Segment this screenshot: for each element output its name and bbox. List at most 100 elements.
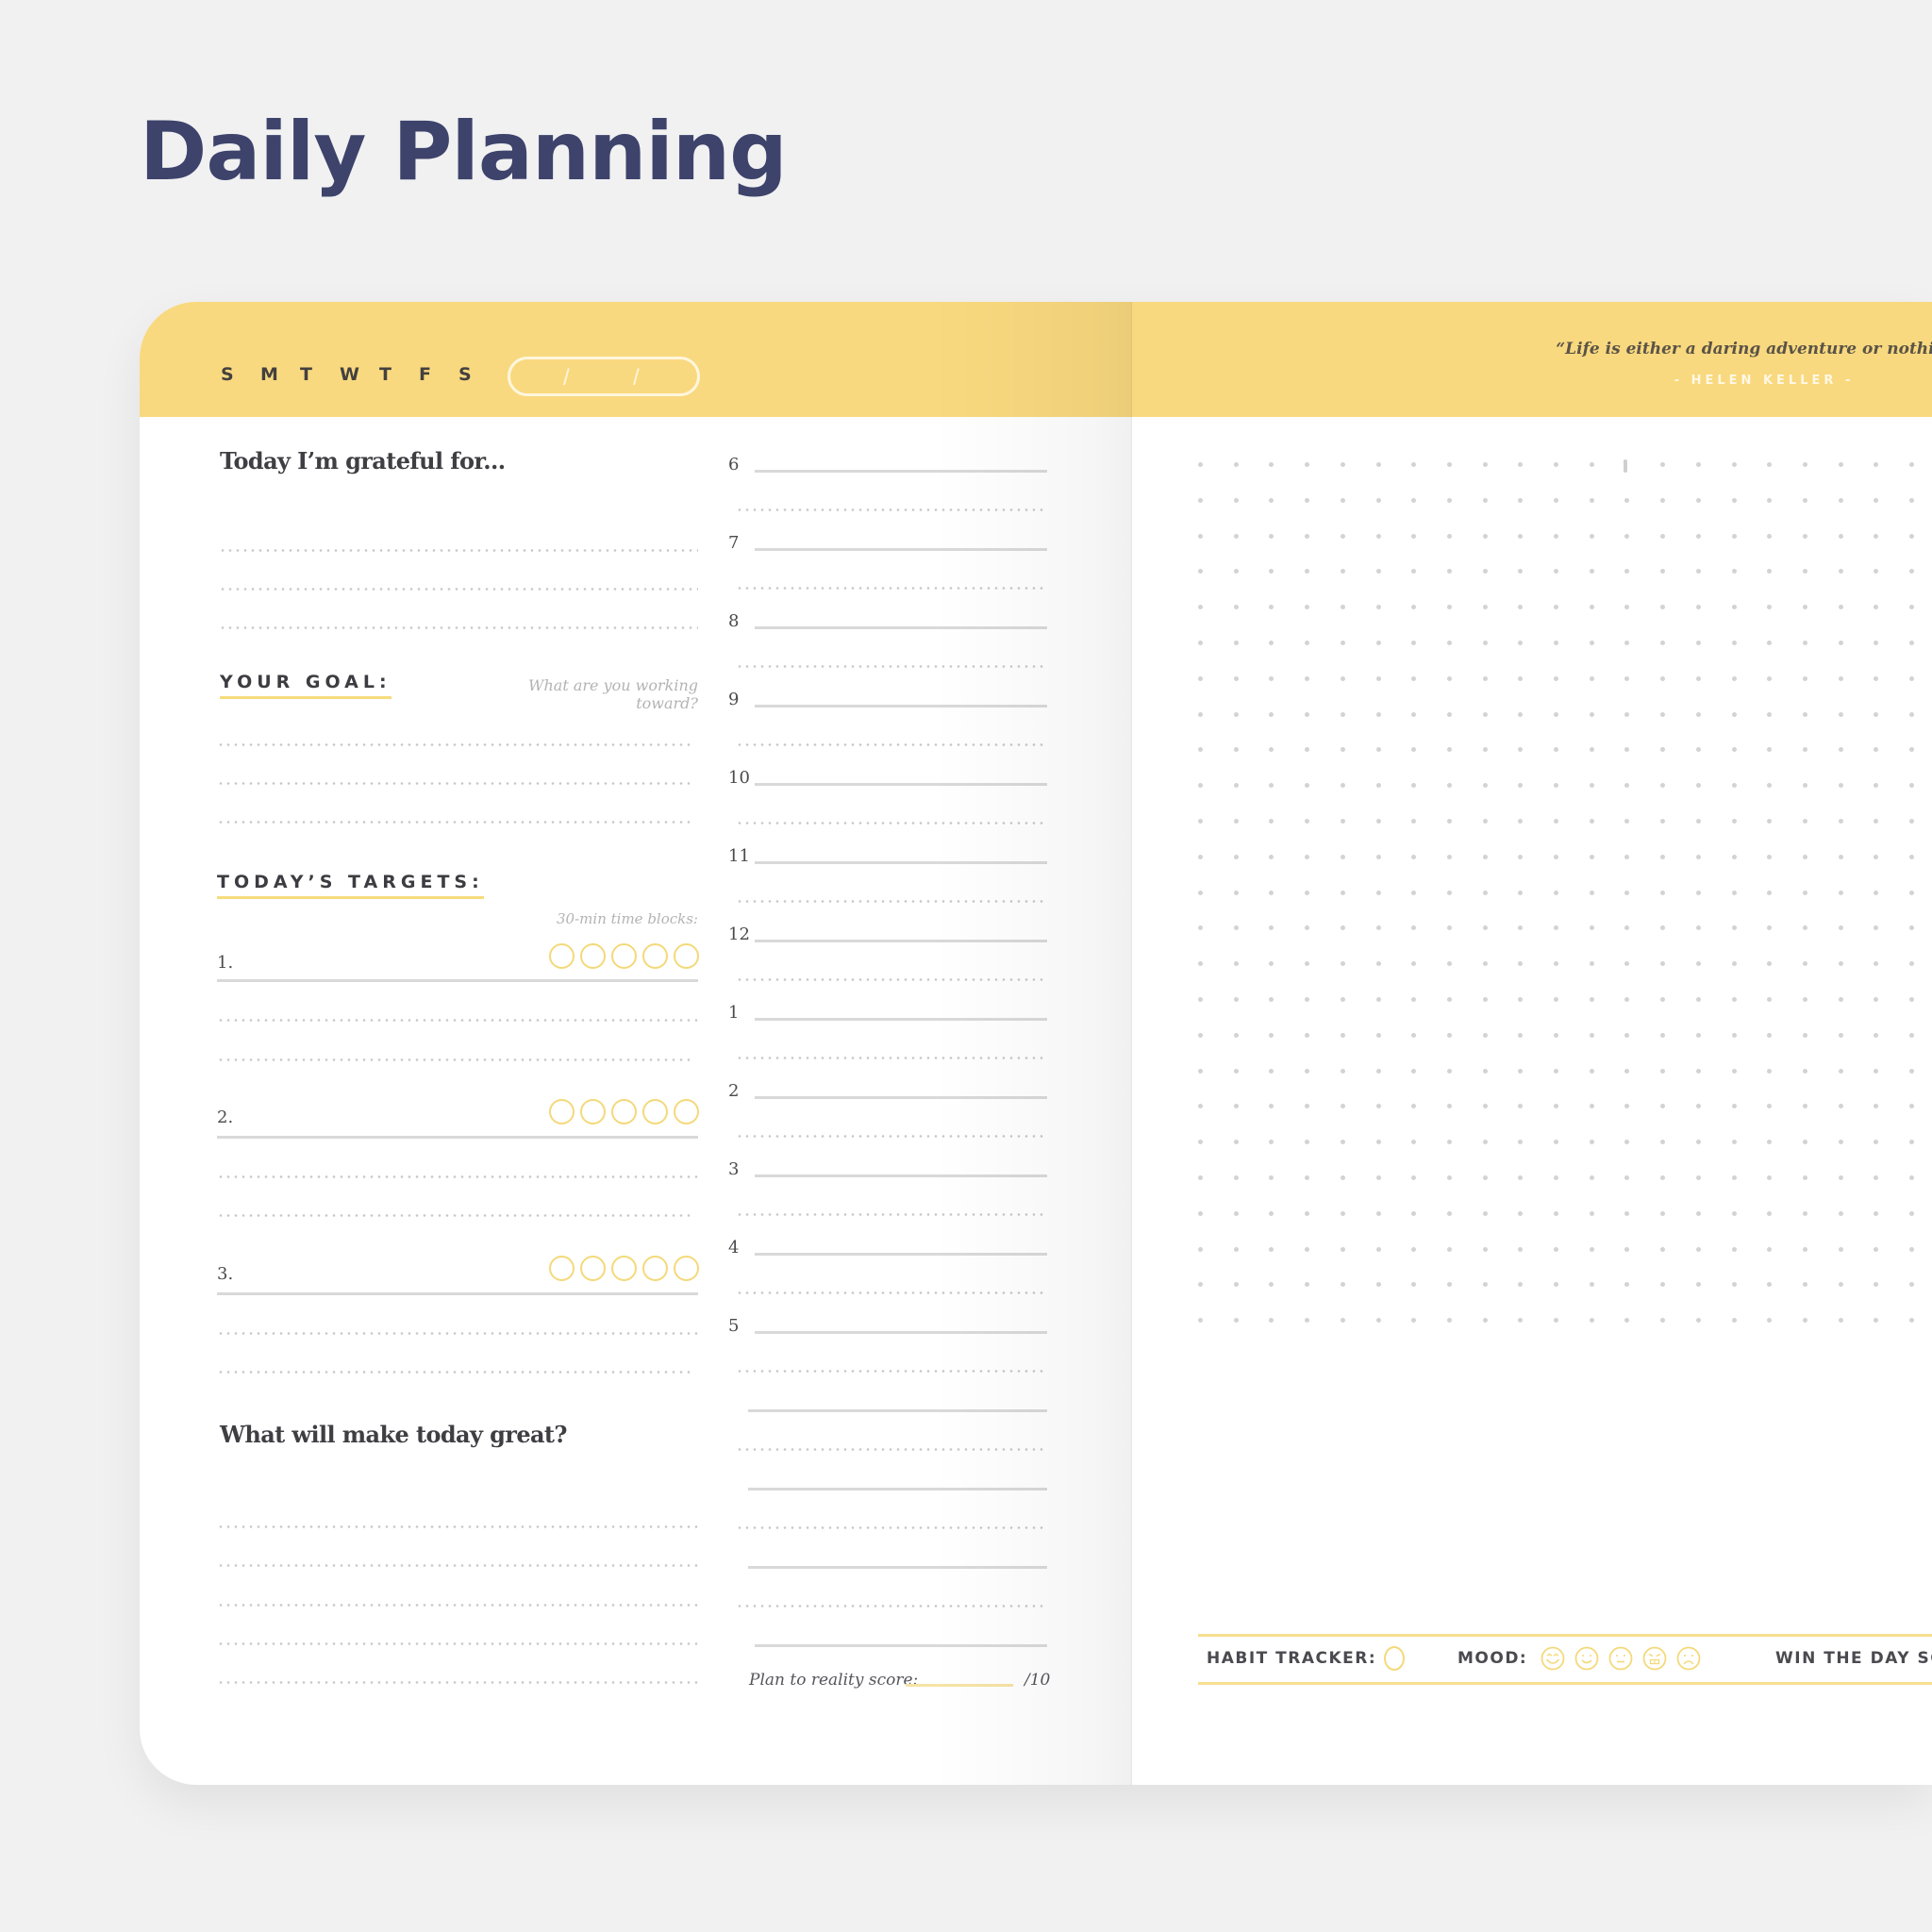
half-hour-line[interactable] — [736, 587, 1047, 590]
hour-line[interactable] — [755, 1331, 1047, 1334]
target-1-line[interactable] — [217, 979, 698, 982]
grid-dot — [1198, 533, 1203, 539]
hour-line[interactable] — [748, 1409, 1047, 1412]
great-line-2[interactable] — [217, 1564, 698, 1567]
goal-line-1[interactable] — [217, 743, 692, 746]
goal-line-2[interactable] — [217, 782, 692, 785]
half-hour-line[interactable] — [736, 1057, 1047, 1059]
time-block-checkbox[interactable] — [549, 943, 575, 969]
half-hour-line[interactable] — [736, 1526, 1047, 1529]
target-3-note-line[interactable] — [217, 1371, 692, 1374]
time-block-checkbox[interactable] — [611, 943, 637, 969]
grid-dot — [1340, 1175, 1345, 1180]
half-hour-line[interactable] — [736, 1291, 1047, 1294]
very-happy-face-icon[interactable] — [1541, 1646, 1565, 1671]
time-block-checkbox[interactable] — [642, 1256, 668, 1281]
grid-dot — [1446, 1175, 1452, 1180]
grid-dot — [1446, 961, 1452, 967]
target-3-line[interactable] — [217, 1292, 698, 1295]
hour-line[interactable] — [755, 783, 1047, 786]
time-block-checkbox[interactable] — [642, 1099, 668, 1124]
grid-dot — [1874, 890, 1879, 895]
habit-checkbox[interactable] — [1384, 1646, 1405, 1671]
time-block-checkbox[interactable] — [580, 1256, 606, 1281]
grid-dot — [1340, 1104, 1345, 1109]
weekday-sunday[interactable]: S — [221, 364, 260, 385]
grateful-line-1[interactable] — [219, 549, 698, 552]
weekday-tuesday[interactable]: T — [300, 364, 340, 385]
hour-line[interactable] — [755, 548, 1047, 551]
time-block-checkbox[interactable] — [674, 1099, 699, 1124]
grid-dot — [1482, 961, 1488, 967]
hour-line[interactable] — [755, 861, 1047, 864]
half-hour-line[interactable] — [736, 665, 1047, 668]
grid-dot — [1660, 675, 1666, 681]
target-1-note-line[interactable] — [217, 1019, 698, 1022]
half-hour-line[interactable] — [736, 508, 1047, 511]
half-hour-line[interactable] — [736, 1213, 1047, 1216]
weekday-saturday[interactable]: S — [458, 364, 498, 385]
weekday-monday[interactable]: M — [260, 364, 300, 385]
time-block-checkbox[interactable] — [580, 1099, 606, 1124]
hour-line[interactable] — [755, 1644, 1047, 1647]
half-hour-line[interactable] — [736, 822, 1047, 824]
target-3-note-line[interactable] — [217, 1332, 698, 1335]
target-1-note-line[interactable] — [217, 1058, 692, 1061]
hour-line[interactable] — [755, 1096, 1047, 1099]
hour-line[interactable] — [755, 940, 1047, 942]
weekday-thursday[interactable]: T — [379, 364, 419, 385]
half-hour-line[interactable] — [736, 1135, 1047, 1138]
hour-line[interactable] — [755, 705, 1047, 708]
grid-dot — [1874, 819, 1879, 824]
great-line-4[interactable] — [217, 1642, 698, 1645]
grid-dot — [1269, 711, 1274, 717]
hour-line[interactable] — [755, 1253, 1047, 1256]
grid-dot — [1767, 1175, 1773, 1180]
great-line-1[interactable] — [217, 1525, 698, 1528]
time-block-checkbox[interactable] — [674, 943, 699, 969]
grid-dot — [1554, 1210, 1558, 1216]
grid-dot — [1233, 783, 1239, 789]
hour-line[interactable] — [755, 626, 1047, 629]
time-block-checkbox[interactable] — [611, 1099, 637, 1124]
half-hour-line[interactable] — [736, 1370, 1047, 1373]
half-hour-line[interactable] — [736, 978, 1047, 981]
hour-line[interactable] — [755, 1018, 1047, 1021]
time-block-checkbox[interactable] — [549, 1256, 575, 1281]
goal-line-3[interactable] — [217, 821, 692, 824]
angry-face-icon[interactable] — [1642, 1646, 1667, 1671]
weekday-friday[interactable]: F — [419, 364, 458, 385]
time-block-checkbox[interactable] — [611, 1256, 637, 1281]
score-input[interactable] — [906, 1684, 1013, 1687]
half-hour-line[interactable] — [736, 1448, 1047, 1451]
target-2-note-line[interactable] — [217, 1175, 698, 1178]
sad-face-icon[interactable] — [1676, 1646, 1701, 1671]
grid-dot — [1554, 890, 1558, 895]
time-block-checkbox[interactable] — [580, 943, 606, 969]
half-hour-line[interactable] — [736, 900, 1047, 903]
habit-tracker-label: HABIT TRACKER: — [1207, 1649, 1377, 1668]
grid-dot — [1767, 1318, 1773, 1324]
hour-line[interactable] — [755, 1174, 1047, 1177]
hour-line[interactable] — [748, 1566, 1047, 1569]
hour-line[interactable] — [748, 1488, 1047, 1491]
hour-line[interactable] — [755, 470, 1047, 473]
happy-face-icon[interactable] — [1574, 1646, 1599, 1671]
half-hour-line[interactable] — [736, 1605, 1047, 1607]
time-block-checkbox[interactable] — [674, 1256, 699, 1281]
target-3-time-blocks — [549, 1256, 699, 1281]
time-block-checkbox[interactable] — [642, 943, 668, 969]
time-block-checkbox[interactable] — [549, 1099, 575, 1124]
half-hour-line[interactable] — [736, 743, 1047, 746]
weekday-wednesday[interactable]: W — [340, 364, 379, 385]
target-2-note-line[interactable] — [217, 1214, 692, 1217]
grateful-line-3[interactable] — [219, 626, 698, 629]
date-field[interactable]: / / — [508, 357, 700, 396]
great-line-3[interactable] — [217, 1604, 698, 1607]
grid-dot — [1198, 1282, 1203, 1288]
great-line-5[interactable] — [217, 1681, 698, 1684]
grid-dot — [1695, 997, 1701, 1002]
target-2-line[interactable] — [217, 1136, 698, 1139]
grateful-line-2[interactable] — [219, 588, 698, 591]
neutral-face-icon[interactable] — [1608, 1646, 1633, 1671]
